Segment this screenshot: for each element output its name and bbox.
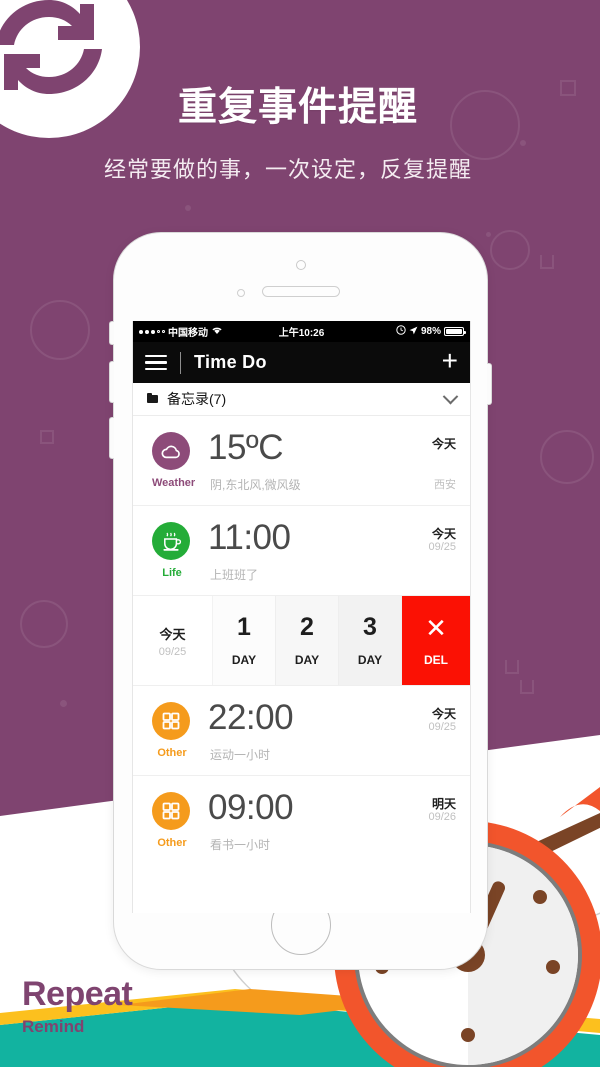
deco-square-1 — [560, 80, 576, 96]
front-camera-icon — [295, 260, 306, 270]
deco-dot-2 — [486, 232, 491, 237]
snooze-number: 2 — [300, 612, 314, 641]
battery-percent-label: 98% — [420, 326, 441, 337]
item-date: 09/25 — [428, 541, 456, 553]
item-day: 今天 — [431, 707, 456, 721]
snooze-unit: DAY — [231, 652, 257, 667]
deco-zigzag-3 — [520, 680, 534, 694]
swipe-day: 今天 — [159, 626, 186, 642]
delete-label: DEL — [424, 652, 448, 667]
list-item[interactable]: Other 09:00 看书一小时 明天 09/26 — [133, 776, 470, 866]
page-subtitle: 经常要做的事，一次设定，反复提醒 — [104, 157, 473, 182]
deco-zigzag-2 — [505, 660, 519, 674]
item-location: 西安 — [434, 479, 456, 491]
carrier-label: 中国移动 — [168, 328, 208, 339]
deco-circle-3 — [30, 300, 90, 360]
silent-switch[interactable] — [109, 321, 114, 345]
folder-bar[interactable]: 备忘录(7) — [133, 383, 470, 416]
proximity-sensor-icon — [236, 289, 245, 297]
swipe-date: 09/25 — [158, 645, 187, 658]
deco-zigzag-1 — [540, 255, 554, 269]
deco-circle-2 — [490, 230, 530, 270]
deco-square-2 — [40, 430, 54, 444]
page-title: 重复事件提醒 — [178, 86, 419, 129]
category-label: Other — [157, 837, 187, 849]
snooze-unit: DAY — [294, 652, 320, 667]
promo-screenshot: 重复事件提醒 经常要做的事，一次设定，反复提醒 中国移动 上午10:26 98%… — [0, 0, 600, 1067]
volume-up-button[interactable] — [109, 361, 114, 403]
app-title: Time Do — [194, 352, 267, 372]
wordmark-line-2: Remind — [22, 1017, 85, 1036]
item-time: 09:00 — [208, 788, 294, 827]
snooze-unit: DAY — [357, 652, 383, 667]
snooze-2-day-button[interactable]: 2 DAY — [276, 596, 339, 685]
swipe-action-row: 今天 09/25 1 DAY 2 DAY 3 DAY ✕ DEL — [133, 596, 470, 686]
alarm-icon — [396, 325, 406, 338]
app-navbar: Time Do + — [133, 342, 470, 383]
close-x-icon: ✕ — [425, 612, 447, 643]
plus-icon[interactable]: + — [442, 347, 458, 378]
category-label: Life — [162, 567, 182, 579]
power-button[interactable] — [487, 363, 492, 405]
item-description: 上班班了 — [210, 568, 259, 582]
reminder-list: Weather 15ºC 阴,东北风,微风级 今天 西安 Life 11:00 … — [133, 416, 470, 866]
brand-wordmark: Repeat Remind — [22, 975, 133, 1036]
item-time: 11:00 — [208, 518, 291, 557]
wifi-icon — [211, 325, 223, 338]
location-arrow-icon — [409, 326, 418, 338]
item-description: 看书一小时 — [210, 838, 271, 852]
coffee-cup-icon — [152, 522, 190, 560]
snooze-number: 3 — [363, 612, 377, 641]
category-label: Other — [157, 747, 187, 759]
navbar-divider — [180, 351, 181, 374]
deco-circle-1 — [450, 90, 520, 160]
swipe-row-datestamp: 今天 09/25 — [133, 596, 213, 685]
battery-icon — [444, 327, 466, 336]
snooze-number: 1 — [237, 612, 251, 641]
folder-icon — [147, 392, 158, 403]
grid-squares-icon — [152, 702, 190, 740]
chevron-down-icon[interactable] — [442, 388, 459, 404]
deco-dot-1 — [520, 140, 526, 146]
hamburger-menu-icon[interactable] — [145, 354, 167, 371]
grid-squares-icon — [152, 792, 190, 830]
item-description: 阴,东北风,微风级 — [210, 478, 301, 492]
category-label: Weather — [152, 477, 196, 489]
item-time: 22:00 — [208, 698, 294, 737]
deco-circle-4 — [20, 600, 68, 648]
cloud-icon — [152, 432, 190, 470]
deco-circle-5 — [540, 430, 594, 484]
item-time: 15ºC — [208, 428, 284, 467]
item-description: 运动一小时 — [210, 748, 271, 762]
wordmark-line-1: Repeat — [22, 975, 133, 1013]
item-date: 09/26 — [428, 811, 456, 823]
status-bar: 中国移动 上午10:26 98% — [133, 321, 470, 342]
item-date: 09/25 — [428, 721, 456, 733]
folder-name: 备忘录(7) — [167, 391, 227, 407]
phone-screen: 中国移动 上午10:26 98% Time Do + 备忘录(7) Weathe… — [132, 321, 471, 913]
snooze-1-day-button[interactable]: 1 DAY — [213, 596, 276, 685]
deco-dot-3 — [185, 205, 191, 211]
item-day: 今天 — [431, 437, 456, 451]
item-day: 今天 — [431, 527, 456, 541]
list-item[interactable]: Other 22:00 运动一小时 今天 09/25 — [133, 686, 470, 776]
earpiece-speaker — [261, 286, 340, 297]
volume-down-button[interactable] — [109, 417, 114, 459]
signal-strength-icon — [139, 329, 165, 334]
item-day: 明天 — [431, 797, 456, 811]
list-item[interactable]: Life 11:00 上班班了 今天 09/25 — [133, 506, 470, 596]
snooze-3-day-button[interactable]: 3 DAY — [339, 596, 402, 685]
iphone-mockup: 中国移动 上午10:26 98% Time Do + 备忘录(7) Weathe… — [109, 232, 492, 970]
list-item[interactable]: Weather 15ºC 阴,东北风,微风级 今天 西安 — [133, 416, 470, 506]
deco-dot-4 — [60, 700, 67, 707]
delete-button[interactable]: ✕ DEL — [402, 596, 470, 685]
